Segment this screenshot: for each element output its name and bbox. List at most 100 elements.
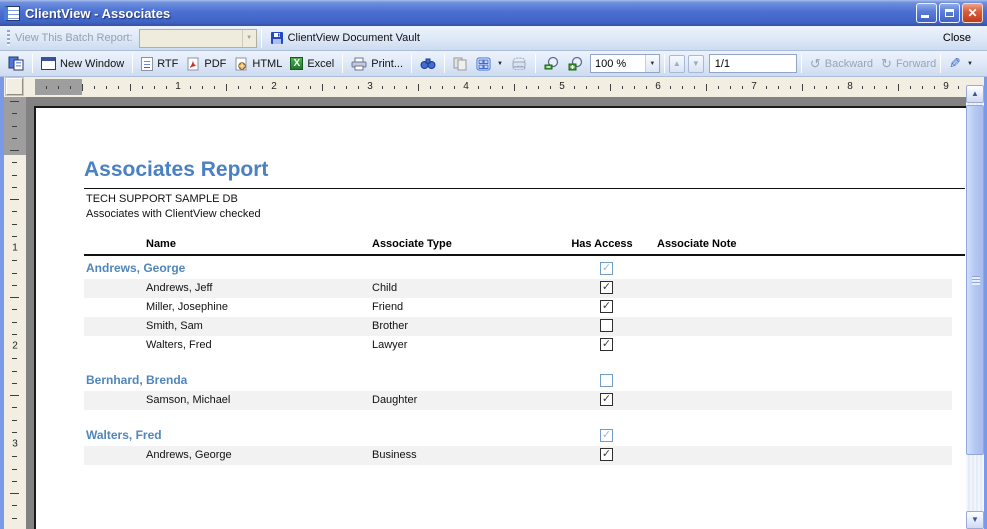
ruler-tick bbox=[730, 86, 731, 89]
scroll-up-button[interactable]: ▲ bbox=[966, 85, 984, 103]
annotation-button[interactable]: ✎ ▼ bbox=[945, 54, 977, 73]
export-excel-button[interactable]: X Excel bbox=[286, 56, 338, 71]
ruler-tick bbox=[70, 86, 71, 89]
report-title: Associates Report bbox=[84, 158, 269, 181]
ruler-tick bbox=[454, 86, 455, 89]
pdf-label: PDF bbox=[204, 57, 227, 70]
ruler-tick bbox=[478, 86, 479, 89]
column-header-has-access: Has Access bbox=[571, 238, 633, 250]
header-underline bbox=[84, 254, 965, 256]
ruler-corner-button bbox=[6, 78, 23, 95]
ruler-number: 1 bbox=[175, 81, 181, 92]
forward-icon: ↻ bbox=[881, 55, 892, 71]
group-name: Bernhard, Brenda bbox=[86, 373, 188, 387]
ruler-tick bbox=[12, 505, 17, 507]
zoom-in-icon bbox=[568, 56, 584, 71]
new-window-button[interactable]: New Window bbox=[37, 56, 128, 71]
ruler-tick bbox=[790, 86, 791, 89]
close-window-button[interactable]: ✕ bbox=[962, 3, 983, 23]
separator bbox=[260, 28, 262, 48]
ruler-number: 2 bbox=[271, 81, 277, 92]
vertical-scrollbar[interactable]: ▲ ▼ bbox=[966, 85, 984, 529]
ruler-number: 7 bbox=[751, 81, 757, 92]
ruler-tick bbox=[12, 382, 17, 384]
ruler-tick bbox=[12, 431, 17, 433]
ruler-tick bbox=[346, 86, 347, 89]
print-label: Print... bbox=[371, 57, 404, 70]
associate-group: Bernhard, Brenda Samson, Michael Daughter ✓ bbox=[36, 372, 968, 410]
rtf-label: RTF bbox=[157, 57, 179, 70]
ruler-tick bbox=[922, 86, 923, 89]
pen-icon: ✎ bbox=[949, 55, 962, 71]
print-button[interactable]: Print... bbox=[347, 56, 407, 72]
zoom-out-icon bbox=[544, 56, 560, 71]
ruler-tick bbox=[250, 86, 251, 89]
ruler-tick bbox=[598, 86, 599, 89]
printer-icon bbox=[351, 57, 367, 71]
ruler-tick bbox=[610, 84, 611, 91]
ruler-tick bbox=[12, 174, 17, 176]
title-underline bbox=[84, 188, 965, 189]
find-button[interactable] bbox=[416, 56, 440, 71]
associate-type: Daughter bbox=[372, 394, 418, 406]
ruler-number: 8 bbox=[847, 81, 853, 92]
associate-row: Miller, Josephine Friend ✓ bbox=[36, 298, 968, 317]
zoom-in-button[interactable] bbox=[564, 55, 588, 72]
has-access-checkbox: ✓ bbox=[600, 338, 613, 351]
maximize-button[interactable] bbox=[939, 3, 960, 23]
ruler-tick bbox=[814, 86, 815, 89]
backward-label: Backward bbox=[824, 57, 874, 70]
report-view-button[interactable] bbox=[4, 55, 28, 72]
associate-name: Andrews, Jeff bbox=[146, 282, 213, 294]
associate-row: Samson, Michael Daughter ✓ bbox=[36, 391, 968, 410]
ruler-tick bbox=[334, 86, 335, 89]
arrow-up-icon: ▲ bbox=[971, 89, 979, 98]
zoom-level-combo[interactable]: 100 % ▼ bbox=[589, 54, 660, 73]
document-vault-button[interactable]: ClientView Document Vault bbox=[266, 30, 424, 46]
ruler-tick bbox=[12, 272, 17, 274]
ruler-tick bbox=[106, 86, 107, 89]
export-html-button[interactable]: HTML bbox=[230, 56, 286, 72]
scrollbar-thumb[interactable] bbox=[966, 105, 984, 455]
ruler-tick bbox=[12, 468, 17, 470]
ruler-tick bbox=[12, 260, 17, 262]
multiple-pages-button[interactable]: ▼ bbox=[472, 56, 507, 72]
ruler-tick bbox=[934, 86, 935, 89]
associate-type: Lawyer bbox=[372, 339, 408, 351]
report-body: Andrews, George ✓ Andrews, Jeff Child ✓ Mille… bbox=[36, 260, 968, 482]
zoom-out-button[interactable] bbox=[540, 55, 564, 72]
forward-label: Forward bbox=[895, 57, 937, 70]
ruler-tick bbox=[12, 456, 17, 458]
titlebar: ClientView - Associates ✕ bbox=[0, 0, 987, 26]
separator bbox=[32, 54, 33, 73]
toolbar-grip[interactable] bbox=[7, 30, 10, 46]
ruler-tick bbox=[382, 86, 383, 89]
maximize-icon bbox=[945, 9, 954, 17]
export-rtf-button[interactable]: RTF bbox=[137, 56, 182, 72]
minimize-button[interactable] bbox=[916, 3, 937, 23]
page-number-field[interactable]: 1/1 bbox=[708, 54, 797, 73]
arrow-down-icon: ▼ bbox=[971, 515, 979, 524]
window-title: ClientView - Associates bbox=[25, 5, 171, 21]
export-pdf-button[interactable]: PDF bbox=[182, 56, 230, 72]
multiple-pages-icon bbox=[476, 57, 491, 71]
print-layout-button bbox=[507, 56, 531, 71]
associate-row: Andrews, Jeff Child ✓ bbox=[36, 279, 968, 298]
ruler-tick bbox=[826, 86, 827, 89]
ruler-tick bbox=[46, 86, 47, 89]
group-header: Bernhard, Brenda bbox=[36, 372, 968, 391]
associate-name: Miller, Josephine bbox=[146, 301, 228, 313]
group-name: Andrews, George bbox=[86, 261, 186, 275]
scroll-down-button[interactable]: ▼ bbox=[966, 511, 984, 529]
ruler-tick bbox=[82, 84, 83, 91]
batch-report-dropdown: ▼ bbox=[138, 28, 257, 48]
minimize-icon bbox=[921, 15, 929, 18]
ruler-tick bbox=[12, 370, 17, 372]
close-preview-button[interactable]: Close bbox=[933, 30, 981, 46]
scrollbar-grip bbox=[972, 276, 980, 285]
ruler-tick bbox=[694, 86, 695, 89]
ruler-tick bbox=[442, 86, 443, 89]
app-icon bbox=[4, 5, 20, 21]
main-toolbar: New Window RTF PDF HTML X Excel Print... bbox=[0, 51, 987, 77]
ruler-tick bbox=[262, 86, 263, 89]
